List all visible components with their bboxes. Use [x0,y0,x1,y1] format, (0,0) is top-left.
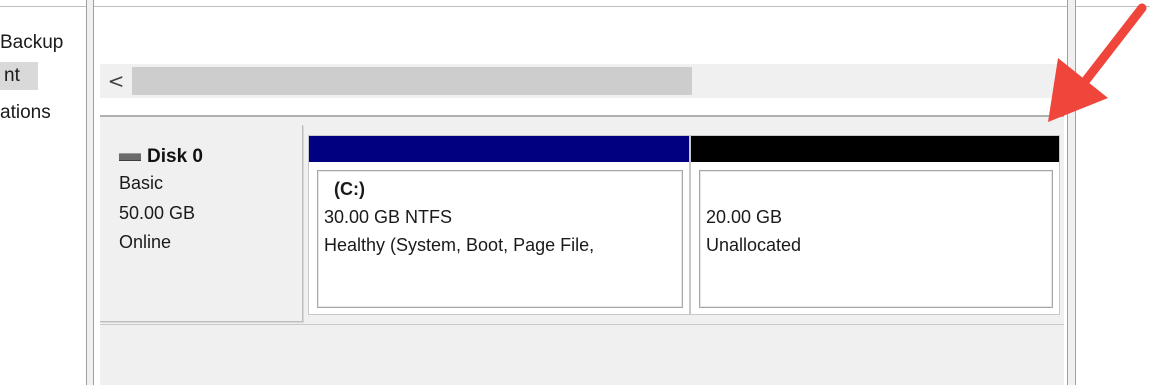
unallocated-size: 20.00 GB [706,207,783,227]
disk-management-window: Backup nt ations < Disk 0 Basic 50.00 GB… [0,0,1150,385]
partition-c-label: (C:) [334,179,365,199]
partition-c-status: Healthy (System, Boot, Page File, [324,235,595,255]
partition-unallocated-color-bar [691,136,1059,162]
nav-item-disk-management[interactable]: nt [0,62,38,90]
disk-size: 50.00 GB [119,203,196,223]
disk-drive-icon [119,153,141,161]
disk-type: Basic [119,173,164,193]
horizontal-scrollbar[interactable]: < [100,64,1060,98]
disk-graphical-view: Disk 0 Basic 50.00 GB Online (C:) 30.00 … [100,115,1064,385]
disk-0-label-card[interactable]: Disk 0 Basic 50.00 GB Online [100,125,303,322]
nav-item-label: nt [4,65,20,86]
partition-c-body[interactable]: (C:) 30.00 GB NTFS Healthy (System, Boot… [317,170,683,308]
nav-item-label: ations [0,102,51,123]
window-top-edge [0,0,1150,7]
nav-item-backup[interactable]: Backup [0,29,88,57]
main-pane: < Disk 0 Basic 50.00 GB Online (C:) 30.0… [94,7,1070,385]
disk-name-row: Disk 0 [119,145,203,169]
partition-unallocated-body[interactable]: 20.00 GB Unallocated [699,170,1053,308]
left-nav-panel: Backup nt ations [0,7,88,385]
disk-name: Disk 0 [147,146,203,167]
red-arrow-icon [1048,3,1147,122]
disk-row-separator [100,324,1064,325]
scroll-left-arrow-icon[interactable]: < [104,69,128,93]
partition-c-color-bar [309,136,689,162]
scrollbar-thumb[interactable] [132,67,692,95]
partition-strip: (C:) 30.00 GB NTFS Healthy (System, Boot… [308,135,1060,315]
partition-c[interactable]: (C:) 30.00 GB NTFS Healthy (System, Boot… [308,135,690,315]
nav-item-label: Backup [0,32,64,53]
unallocated-status: Unallocated [706,235,802,255]
disk-status: Online [119,232,172,252]
nav-item-services-applications[interactable]: ations [0,99,88,127]
partition-c-size-fs: 30.00 GB NTFS [324,207,453,227]
partition-unallocated[interactable]: 20.00 GB Unallocated [690,135,1060,315]
pane-splitter[interactable] [86,0,94,385]
